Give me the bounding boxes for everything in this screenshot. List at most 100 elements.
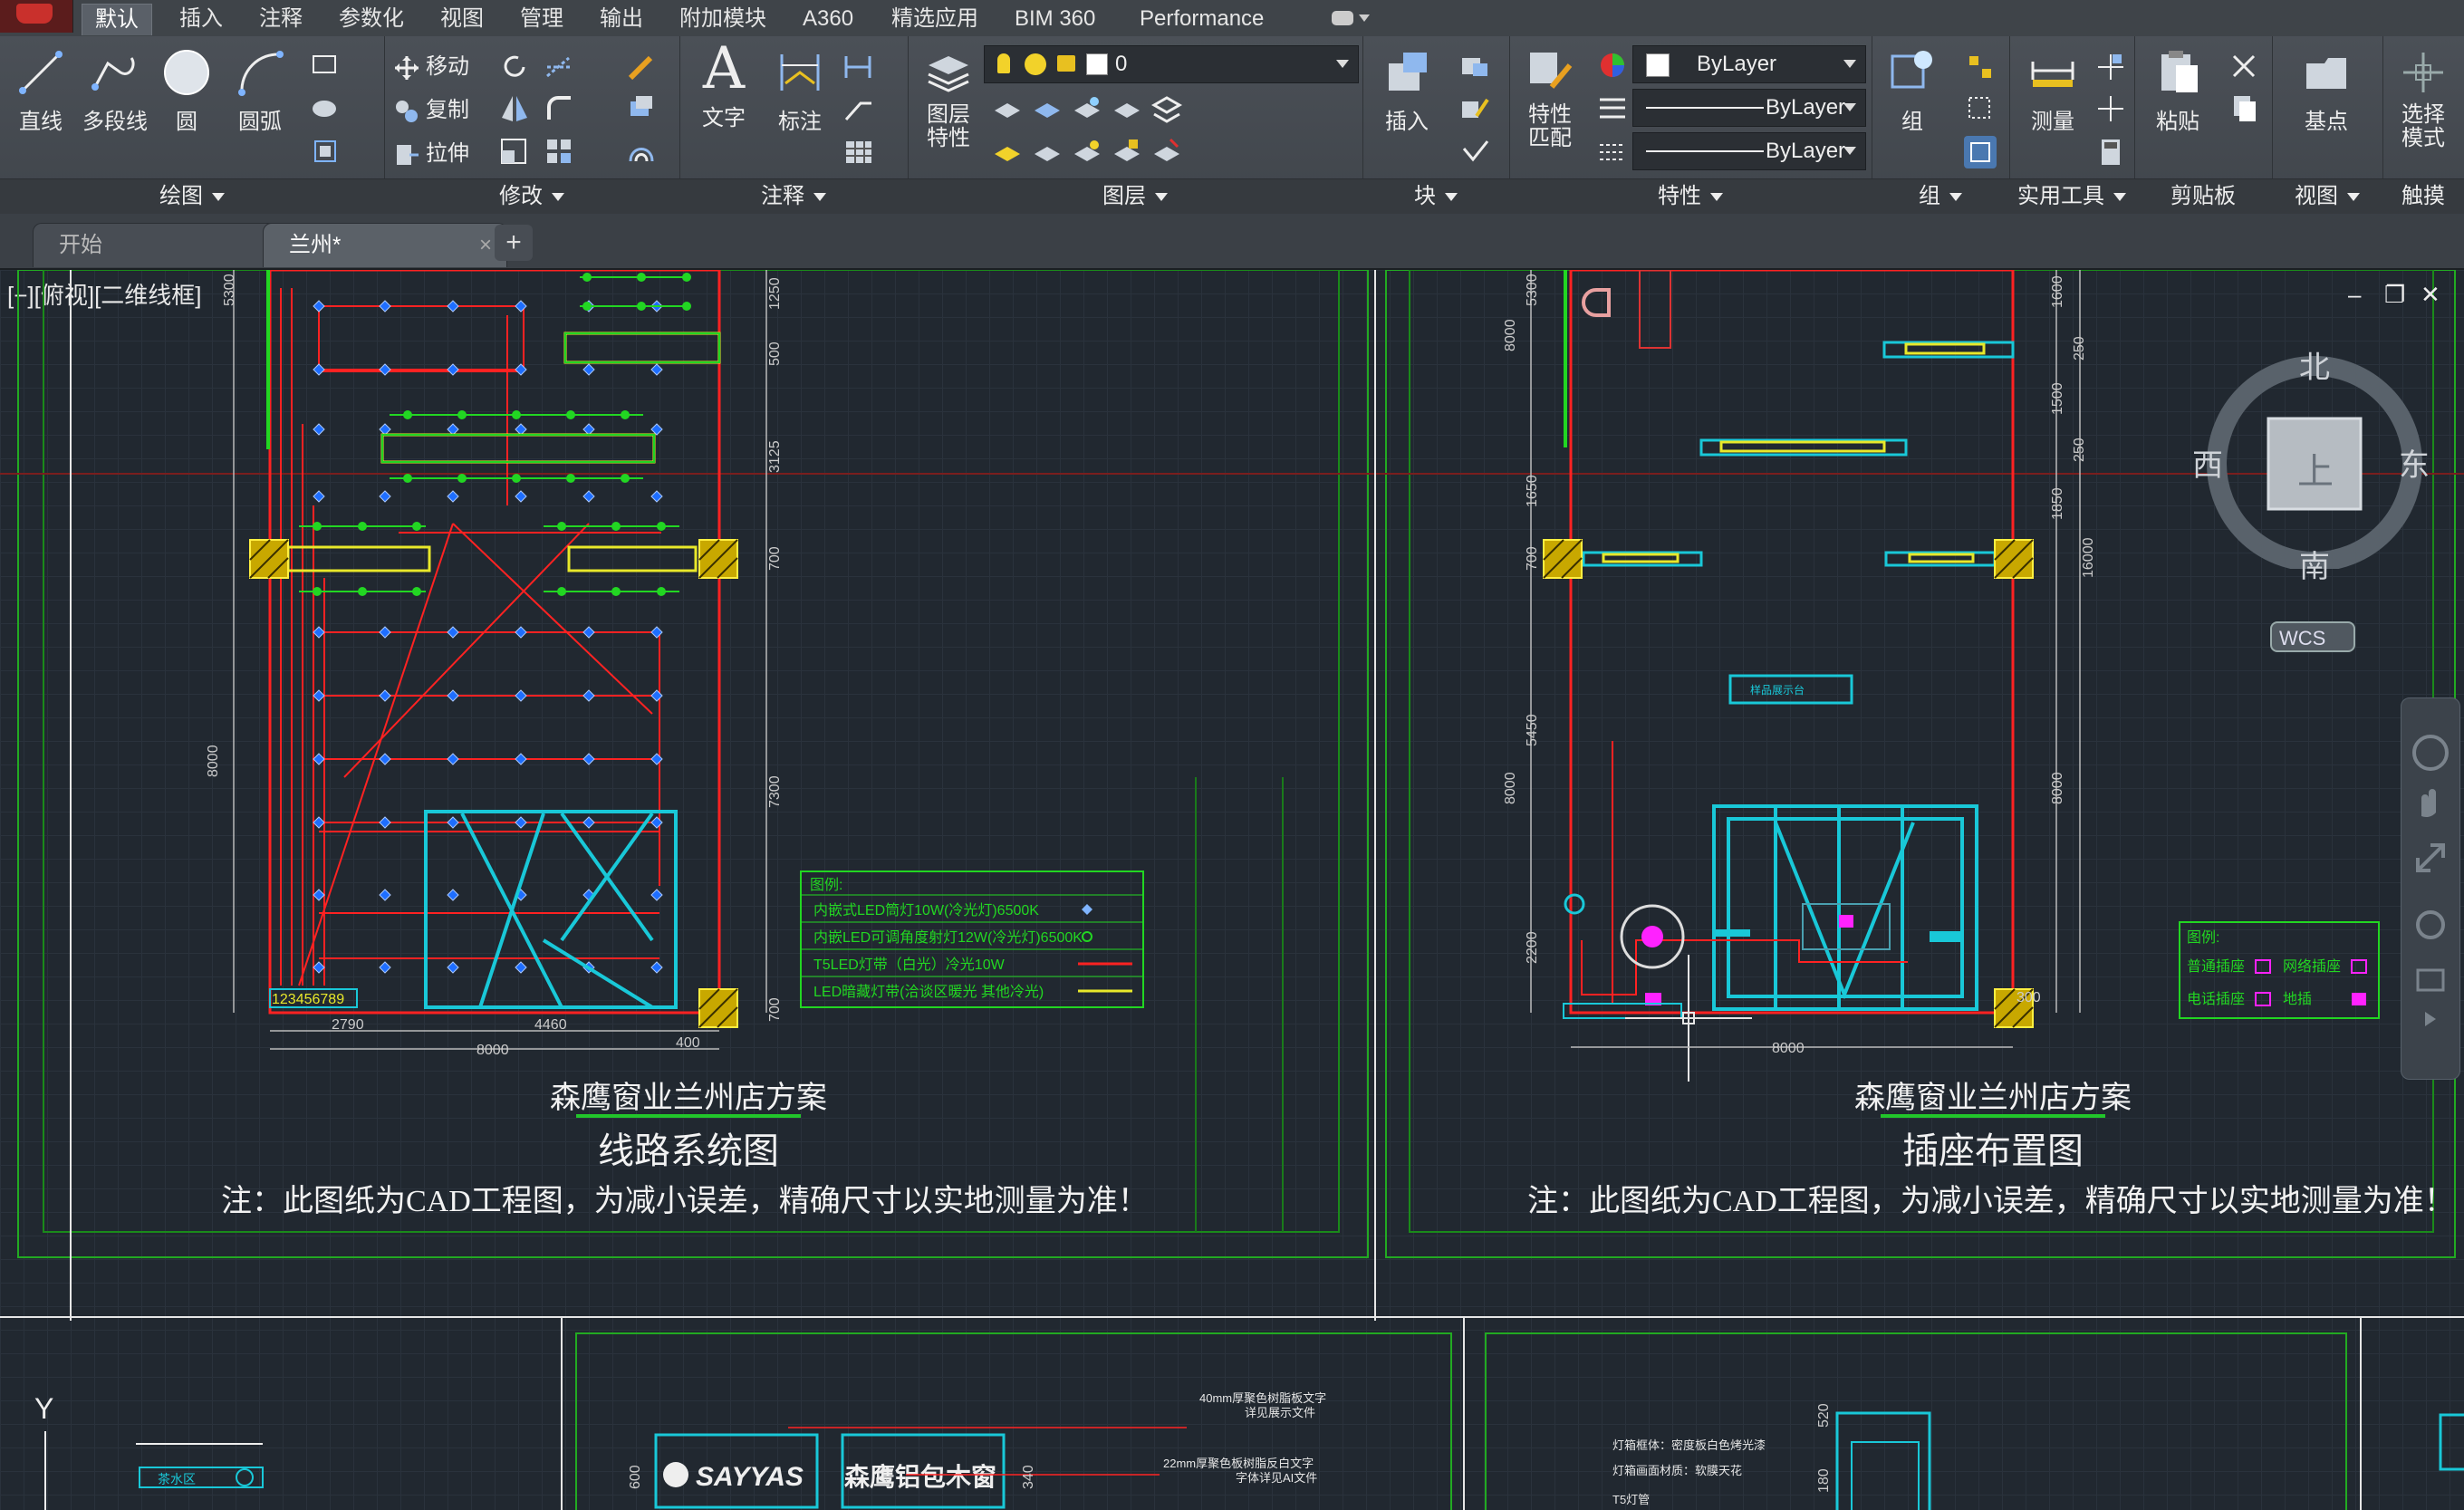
table-icon[interactable] xyxy=(842,136,875,168)
panel-draw-footer[interactable]: 绘图 xyxy=(0,178,384,214)
copy-button[interactable]: 复制 xyxy=(393,92,469,129)
layer-properties-button[interactable]: 图层 特性 xyxy=(917,47,980,150)
group-edit-icon[interactable] xyxy=(1964,92,1997,125)
circle-button[interactable]: 圆 xyxy=(158,47,216,135)
viewcube-west[interactable]: 西 xyxy=(2192,440,2223,485)
erase-icon[interactable] xyxy=(625,51,658,83)
layer-make-current-icon[interactable] xyxy=(991,136,1024,168)
panel-annotation-footer[interactable]: 注释 xyxy=(679,178,908,214)
minimize-icon[interactable]: – xyxy=(2348,281,2361,309)
drawing-canvas[interactable]: [−][俯视][二维线框] 123456789 5300 8000 1250 5… xyxy=(0,270,2464,1510)
menu-tab-manage[interactable]: 管理 xyxy=(507,4,576,34)
layer-freeze-icon[interactable] xyxy=(1071,92,1103,125)
menu-tab-output[interactable]: 输出 xyxy=(587,4,656,34)
layer-merge-icon[interactable] xyxy=(1150,136,1183,168)
linetype-icon[interactable] xyxy=(1596,136,1629,168)
layer-walk-icon[interactable] xyxy=(1071,136,1103,168)
panel-utilities-footer[interactable]: 实用工具 xyxy=(2009,178,2134,214)
layer-previous-icon[interactable] xyxy=(1031,136,1064,168)
measure-button[interactable]: 测量 xyxy=(2018,47,2087,135)
layer-off-icon[interactable] xyxy=(991,92,1024,125)
text-button[interactable]: A 文字 xyxy=(692,40,756,131)
select-mode-button[interactable]: 选择 模式 xyxy=(2390,47,2457,150)
panel-groups-footer[interactable]: 组 xyxy=(1872,178,2009,214)
viewcube-south[interactable]: 南 xyxy=(2299,542,2330,586)
edit-block-icon[interactable] xyxy=(1458,92,1491,125)
line-button[interactable]: 直线 xyxy=(9,47,72,135)
group-button[interactable]: 组 xyxy=(1881,47,1944,135)
edit-attributes-icon[interactable] xyxy=(1458,136,1491,168)
menu-tab-featured-apps[interactable]: 精选应用 xyxy=(879,4,991,34)
rotate-icon[interactable] xyxy=(498,51,531,83)
create-block-icon[interactable] xyxy=(1458,51,1491,83)
calculator-icon[interactable] xyxy=(2094,136,2127,168)
viewcube-top-face[interactable]: 上 xyxy=(2297,442,2334,495)
base-view-button[interactable]: 基点 xyxy=(2292,47,2361,135)
panel-utilities: 测量 实用工具 xyxy=(2009,36,2135,214)
ribbon-display-toggle[interactable] xyxy=(1332,7,1372,31)
application-menu-button[interactable] xyxy=(0,0,73,33)
panel-properties-footer[interactable]: 特性 xyxy=(1509,178,1872,214)
menu-tab-view[interactable]: 视图 xyxy=(428,4,496,34)
panel-modify-footer[interactable]: 修改 xyxy=(384,178,679,214)
color-wheel-icon[interactable] xyxy=(1596,49,1629,82)
paste-button[interactable]: 粘贴 xyxy=(2143,47,2212,135)
tab-start[interactable]: 开始 xyxy=(33,223,286,267)
rectangle-icon[interactable] xyxy=(310,49,342,82)
polyline-button[interactable]: 多段线 xyxy=(76,47,154,135)
menu-tab-a360[interactable]: A360 xyxy=(790,4,866,34)
close-tab-icon[interactable]: × xyxy=(479,224,492,267)
move-button[interactable]: 移动 xyxy=(393,49,469,85)
layer-match-icon[interactable] xyxy=(1150,92,1183,125)
layer-dropdown[interactable]: 0 xyxy=(984,45,1359,83)
leader-icon[interactable] xyxy=(842,92,875,125)
tab-drawing-lanzhou[interactable]: 兰州* × xyxy=(263,223,507,267)
explode-icon[interactable] xyxy=(625,92,658,125)
color-dropdown[interactable]: ByLayer xyxy=(1632,45,1866,83)
panel-block-footer[interactable]: 块 xyxy=(1362,178,1509,214)
mirror-icon[interactable] xyxy=(498,92,531,125)
array-icon[interactable] xyxy=(544,136,576,168)
trim-icon[interactable] xyxy=(544,51,576,83)
panel-layers-footer[interactable]: 图层 xyxy=(908,178,1362,214)
insert-block-button[interactable]: 插入 xyxy=(1372,47,1442,135)
restore-icon[interactable]: ❐ xyxy=(2384,281,2405,309)
menu-tab-insert[interactable]: 插入 xyxy=(167,4,236,34)
menu-tab-performance[interactable]: Performance xyxy=(1127,4,1276,34)
menu-tab-bim360[interactable]: BIM 360 xyxy=(1002,4,1108,34)
panel-view-footer[interactable]: 视图 xyxy=(2272,178,2382,214)
linear-dim-icon[interactable] xyxy=(842,51,875,83)
fillet-icon[interactable] xyxy=(544,92,576,125)
arc-button[interactable]: 圆弧 xyxy=(228,47,292,135)
layer-isolate-icon[interactable] xyxy=(1031,92,1064,125)
viewcube-east[interactable]: 东 xyxy=(2399,440,2430,485)
menu-tab-parametric[interactable]: 参数化 xyxy=(326,4,417,34)
layer-unlock-all-icon[interactable] xyxy=(1111,136,1143,168)
lineweight-dropdown[interactable]: ByLayer xyxy=(1632,132,1866,170)
menu-tab-default[interactable]: 默认 xyxy=(82,4,152,35)
offset-icon[interactable] xyxy=(625,136,658,168)
linetype-dropdown[interactable]: ByLayer xyxy=(1632,89,1866,127)
new-tab-button[interactable]: + xyxy=(495,225,533,261)
group-selection-icon[interactable] xyxy=(1964,136,1997,168)
match-properties-button[interactable]: 特性 匹配 xyxy=(1516,47,1583,150)
panel-groups: 组 组 xyxy=(1872,36,2010,214)
lineweight-icon[interactable] xyxy=(1596,92,1629,125)
viewcube-north[interactable]: 北 xyxy=(2299,342,2330,387)
dimension-button[interactable]: 标注 xyxy=(768,47,832,135)
layer-lock-icon[interactable] xyxy=(1111,92,1143,125)
viewcube[interactable]: 北 南 东 西 上 xyxy=(2192,342,2430,584)
menu-tab-annotate[interactable]: 注释 xyxy=(246,4,315,34)
menu-tab-addins[interactable]: 附加模块 xyxy=(667,4,779,34)
copy-clip-icon[interactable] xyxy=(2228,92,2261,125)
quick-select-icon[interactable] xyxy=(2094,51,2127,83)
ungroup-icon[interactable] xyxy=(1964,51,1997,83)
hatch-icon[interactable] xyxy=(310,92,342,125)
point-style-icon[interactable] xyxy=(2094,92,2127,125)
stretch-button[interactable]: 拉伸 xyxy=(393,136,469,172)
wcs-dropdown[interactable]: WCS xyxy=(2270,621,2355,652)
boundary-icon[interactable] xyxy=(310,136,342,168)
close-icon[interactable]: ✕ xyxy=(2421,281,2440,309)
cut-icon[interactable] xyxy=(2228,51,2261,83)
scale-icon[interactable] xyxy=(498,136,531,168)
